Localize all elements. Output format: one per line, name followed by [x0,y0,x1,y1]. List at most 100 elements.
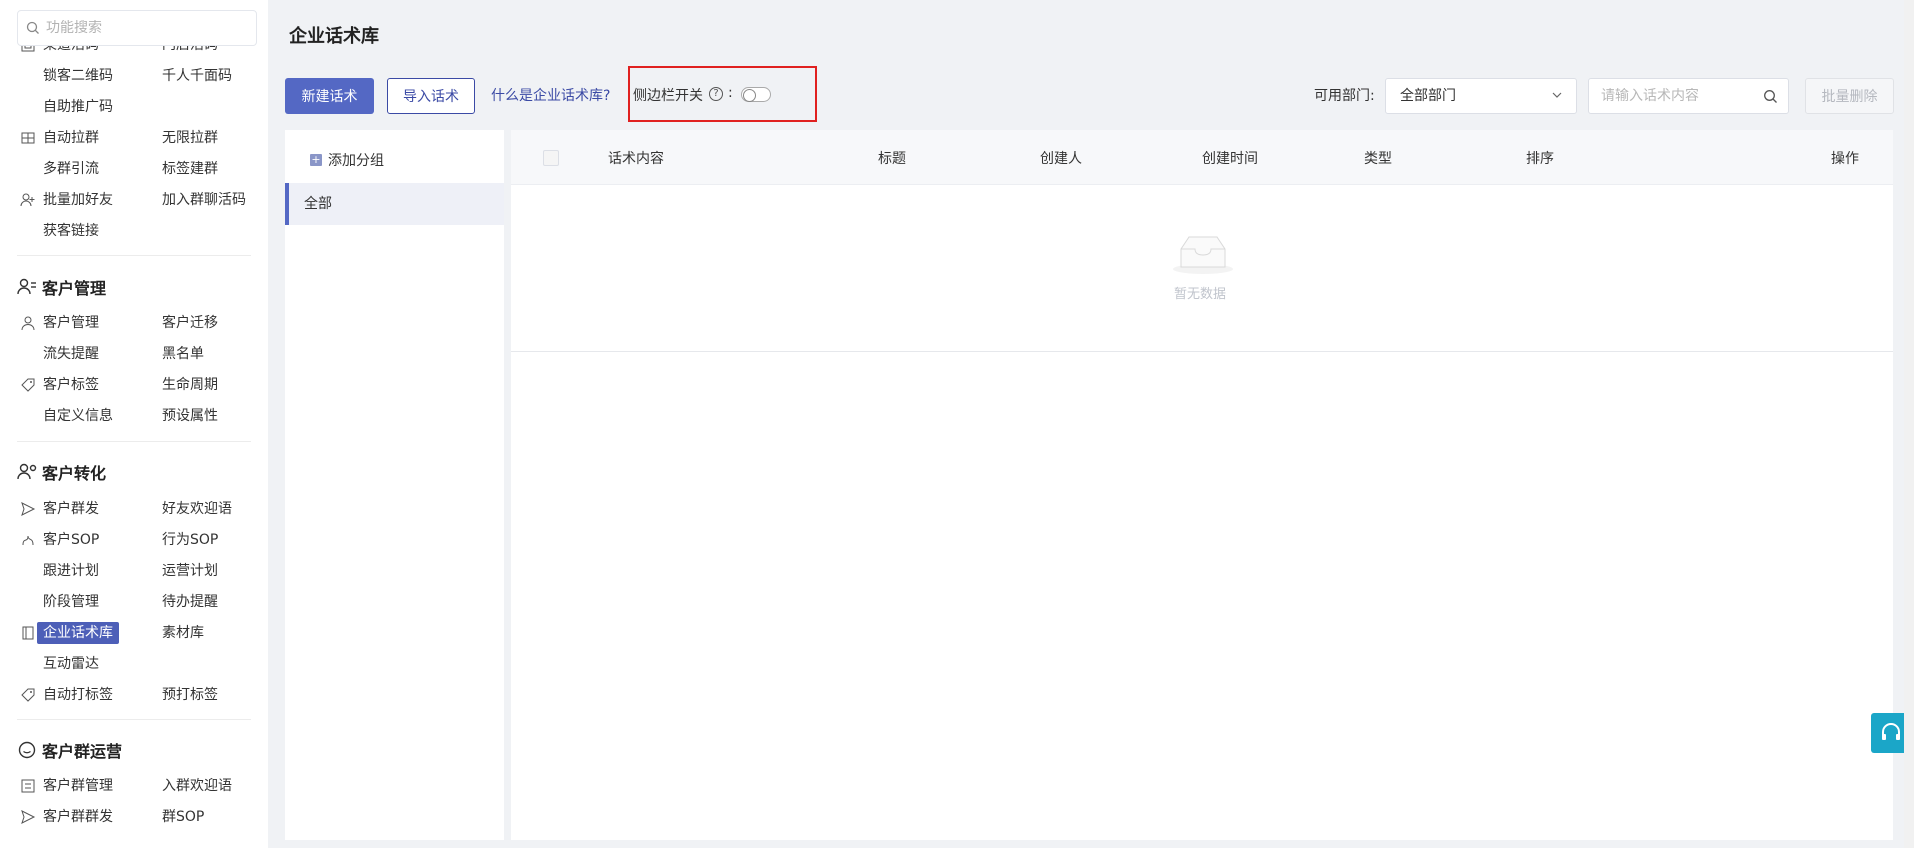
dept-label: 可用部门: [1314,88,1375,104]
nav-row: 锁客二维码 千人千面码 [0,64,268,88]
send-icon [20,501,36,517]
nav-row: 跟进计划 运营计划 [0,559,268,583]
chat-bubble-icon [18,741,36,759]
nav-auto-group[interactable]: 自动拉群 [43,127,99,149]
dept-select-value: 全部部门 [1400,88,1456,104]
empty-state: 暂无数据 [511,185,1893,352]
nav-material-library[interactable]: 素材库 [162,622,204,644]
nav-row: 客户群管理 入群欢迎语 [0,774,268,798]
question-circle-icon[interactable]: ? [709,87,723,101]
divider [17,441,251,442]
page-scrollbar[interactable] [1904,0,1914,848]
nav-group-sop[interactable]: 群SOP [162,806,204,828]
nav-group-mgmt[interactable]: 客户群管理 [43,775,113,797]
sidebar-search-input[interactable] [46,20,246,36]
nav-personalized-code[interactable]: 千人千面码 [162,65,232,87]
nav-pre-tag[interactable]: 预打标签 [162,684,218,706]
nav-group-welcome[interactable]: 入群欢迎语 [162,775,232,797]
batch-delete-button[interactable]: 批量删除 [1805,78,1894,114]
group-grid-icon [20,130,36,146]
group-panel: + 添加分组 全部 [285,130,504,840]
nav-row: 批量加好友 加入群聊活码 [0,188,268,212]
col-actions: 操作 [1831,151,1859,167]
help-link[interactable]: 什么是企业话术库? [491,85,610,105]
search-icon [26,21,39,34]
nav-blacklist[interactable]: 黑名单 [162,343,204,365]
divider [17,255,251,256]
nav-behavior-sop[interactable]: 行为SOP [162,529,218,551]
nav-churn-alert[interactable]: 流失提醒 [43,343,99,365]
nav-tag-group[interactable]: 标签建群 [162,158,218,180]
nav-customer-mgmt[interactable]: 客户管理 [43,312,99,334]
nav-row: 互动雷达 [0,652,268,676]
sidebar-search[interactable] [17,10,257,46]
nav-todo-reminder[interactable]: 待办提醒 [162,591,218,613]
nav-join-group-code[interactable]: 加入群聊活码 [162,189,246,211]
add-friend-icon [20,192,36,208]
nav-preset-attr[interactable]: 预设属性 [162,405,218,427]
section-customer-conversion: 客户转化 [17,460,106,484]
send-icon [20,809,36,825]
nav-row: 多群引流 标签建群 [0,157,268,181]
nav-customer-migrate[interactable]: 客户迁移 [162,312,218,334]
section-group-ops: 客户群运营 [17,738,122,762]
nav-stage-mgmt[interactable]: 阶段管理 [43,591,99,613]
col-creator: 创建人 [1040,151,1082,167]
nav-friend-welcome[interactable]: 好友欢迎语 [162,498,232,520]
script-search[interactable] [1588,78,1789,114]
nav-self-promo-code[interactable]: 自助推广码 [43,96,113,118]
group-item-all[interactable]: 全部 [285,183,504,225]
nav-customer-sop[interactable]: 客户SOP [43,529,99,551]
section-customer-mgmt: 客户管理 [17,275,106,299]
nav-row: 客户群发 好友欢迎语 [0,497,268,521]
nav-script-library[interactable]: 企业话术库 [37,622,119,644]
col-content: 话术内容 [608,151,664,167]
section-title-text: 客户转化 [42,464,107,483]
section-title-text: 客户管理 [42,279,107,298]
empty-text: 暂无数据 [1174,287,1227,302]
nav-row: 企业话术库 素材库 [0,621,268,645]
sidebar-switch-toggle[interactable] [741,87,771,102]
nav-acquisition-link[interactable]: 获客链接 [43,220,99,242]
col-title: 标题 [878,151,906,167]
nav-lock-qrcode[interactable]: 锁客二维码 [43,65,113,87]
nav-group-broadcast[interactable]: 客户群群发 [43,806,113,828]
nav-row: 流失提醒 黑名单 [0,342,268,366]
nav-customer-broadcast[interactable]: 客户群发 [43,498,99,520]
nav-row: 自定义信息 预设属性 [0,404,268,428]
nav-row: 阶段管理 待办提醒 [0,590,268,614]
nav-row: 客户标签 生命周期 [0,373,268,397]
col-sort: 排序 [1526,151,1554,167]
script-table: 话术内容 标题 创建人 创建时间 类型 排序 操作 暂无数据 [511,130,1893,840]
nav-lifecycle[interactable]: 生命周期 [162,374,218,396]
new-script-button[interactable]: 新建话术 [285,78,374,114]
dept-select[interactable]: 全部部门 [1385,78,1577,114]
nav-customer-tag[interactable]: 客户标签 [43,374,99,396]
select-all-checkbox[interactable] [543,150,559,166]
add-group-label: 添加分组 [328,153,384,169]
section-title-text: 客户群运营 [42,742,123,761]
nav-custom-info[interactable]: 自定义信息 [43,405,113,427]
nav-followup-plan[interactable]: 跟进计划 [43,560,99,582]
nav-unlimited-group[interactable]: 无限拉群 [162,127,218,149]
nav-auto-tag[interactable]: 自动打标签 [43,684,113,706]
add-group-button[interactable]: + 添加分组 [310,150,384,170]
nav-multi-group-traffic[interactable]: 多群引流 [43,158,99,180]
sidebar-switch-label: 侧边栏开关 [633,88,703,104]
tag-icon [20,377,36,393]
nav-interaction-radar[interactable]: 互动雷达 [43,653,99,675]
nav-row: 客户SOP 行为SOP [0,528,268,552]
page-title: 企业话术库 [289,26,379,47]
nav-row: 自动打标签 预打标签 [0,683,268,707]
import-script-button[interactable]: 导入话术 [387,78,475,114]
nav-ops-plan[interactable]: 运营计划 [162,560,218,582]
sidebar: 渠道活码 门店活码 锁客二维码 千人千面码 自助推广码 自动拉群 无限拉群 多群… [0,0,268,848]
nav-row: 获客链接 [0,219,268,243]
nav-batch-add-friend[interactable]: 批量加好友 [43,189,113,211]
table-header: 话术内容 标题 创建人 创建时间 类型 排序 操作 [511,130,1893,185]
search-icon[interactable] [1763,89,1778,104]
script-search-input[interactable] [1601,88,1761,104]
headset-icon [1882,723,1900,740]
list-icon [20,778,36,794]
divider [17,719,251,720]
